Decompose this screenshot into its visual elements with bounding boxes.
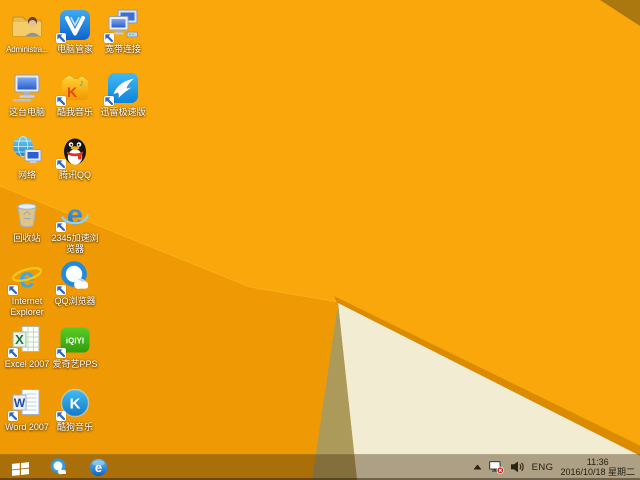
clock-date: 2016/10/18 星期二 [560,467,635,477]
desktop-icon-internet-explorer[interactable]: e Internet Explorer [3,260,51,318]
network-disconnected-icon [488,460,504,474]
e-letter: e [94,460,101,475]
desktop-icon-label: QQ浏览器 [54,296,96,306]
desktop-icon-kuwo-music[interactable]: K ♪ 酷我音乐 [51,71,99,118]
desktop-icon-label: 回收站 [13,233,41,243]
clock-time: 11:36 [586,456,609,467]
desktop-icon-excel-2007[interactable]: X Excel 2007 [3,323,51,370]
kuwo-k-letter: K [67,84,77,100]
word-icon: W [8,386,44,421]
desktop-icon-broadband[interactable]: 宽带连接 [99,8,147,55]
show-hidden-icons-button[interactable] [473,464,482,470]
start-button[interactable] [4,454,36,480]
desktop-icon-pc-manager[interactable]: 电脑管家 [51,8,99,55]
bird-icon [104,71,140,106]
desktop-icon-2345-browser[interactable]: e 2345加速浏览器 [51,197,99,255]
speaker-icon [510,461,524,473]
iqiyi-icon: iQIYI [56,323,92,358]
desktop-icon-label: Word 2007 [5,422,49,432]
taskbar: e ENG 11:36 2016/10/18 星期二 [0,454,640,480]
volume-icon[interactable] [510,461,525,473]
music-box-icon: K ♪ [56,71,92,106]
shortcut-arrow-badge [56,285,66,295]
desktop-icon-xunlei[interactable]: 迅雷极速版 [99,71,147,118]
shortcut-arrow-badge [56,96,66,106]
shortcut-arrow-badge [8,411,18,421]
e-letter: e [67,200,83,232]
excel-x-letter: X [15,332,24,347]
desktop-icon-this-pc[interactable]: 这台电脑 [3,71,51,118]
clock[interactable]: 11:36 2016/10/18 星期二 [560,457,635,478]
desktop-icon-label: 这台电脑 [8,107,45,117]
ring-cloud-icon [50,458,66,474]
word-w-letter: W [14,396,26,410]
desktop-icon-administrator[interactable]: Administra... [3,8,51,55]
desktop-icon-label: 2345加速浏览器 [51,233,99,254]
desktop-icon-label: 网络 [17,170,36,180]
globe-monitor-icon [10,134,44,168]
network-status-icon[interactable] [488,460,504,474]
shield-check-icon [56,8,92,43]
desktop-icon-label: 电脑管家 [56,44,93,54]
trash-bin-icon [10,197,44,231]
desktop-icon-iqiyi-pps[interactable]: iQIYI 爱奇艺PPS [51,323,99,370]
iqiyi-logo-text: iQIYI [66,337,84,346]
ring-cloud-icon [56,260,92,295]
desktop-icon-label: Excel 2007 [4,359,50,369]
shortcut-arrow-badge [56,33,66,43]
kugou-icon: K [56,386,92,421]
desktop-icon-label: Administra... [6,45,48,54]
desktop-icon-network[interactable]: 网络 [3,134,51,181]
shortcut-arrow-badge [56,348,66,358]
desktop-icon-label: 宽带连接 [104,44,141,54]
music-note-glyph: ♪ [79,78,84,89]
taskbar-qq-browser-button[interactable] [42,454,74,480]
desktop-icon-label: 腾讯QQ [58,170,91,180]
computer-icon [10,71,44,105]
blue-e-sphere-icon: e [89,458,107,476]
chevron-up-icon [473,464,482,470]
shortcut-arrow-badge [104,33,114,43]
shortcut-arrow-badge [8,348,18,358]
user-folder-icon [10,8,44,42]
desktop-icon-label: Internet Explorer [10,296,44,317]
taskbar-e-browser-button[interactable]: e [82,454,114,480]
two-monitors-icon [104,8,140,43]
desktop-icon-kugou-music[interactable]: K 酷狗音乐 [51,386,99,433]
shortcut-arrow-badge [56,159,66,169]
blue-e-icon: e [56,197,92,232]
kugou-k-letter: K [70,396,81,413]
desktop-icon-word-2007[interactable]: W Word 2007 [3,386,51,433]
shortcut-arrow-badge [56,411,66,421]
system-tray: ENG 11:36 2016/10/18 星期二 [473,457,640,478]
desktop-icon-label: 迅雷极速版 [100,107,146,117]
desktop-icon-recycle-bin[interactable]: 回收站 [3,197,51,244]
desktop: Administra... 电脑管家 宽带连接 这台电脑 K ♪ 酷我音乐 迅雷… [0,0,640,480]
shortcut-arrow-badge [8,285,18,295]
desktop-icon-label: 酷狗音乐 [56,422,93,432]
pinned-apps: e [42,454,114,480]
desktop-icon-qq-browser[interactable]: QQ浏览器 [51,260,99,307]
penguin-icon [56,134,92,169]
shortcut-arrow-badge [56,222,66,232]
desktop-icon-label: 酷我音乐 [56,107,93,117]
ie-icon: e [8,260,44,295]
desktop-icon-qq[interactable]: 腾讯QQ [51,134,99,181]
excel-icon: X [8,323,44,358]
shortcut-arrow-badge [104,96,114,106]
windows-logo-icon [11,461,29,476]
language-indicator[interactable]: ENG [532,462,554,473]
desktop-icon-label: 爱奇艺PPS [52,359,98,369]
